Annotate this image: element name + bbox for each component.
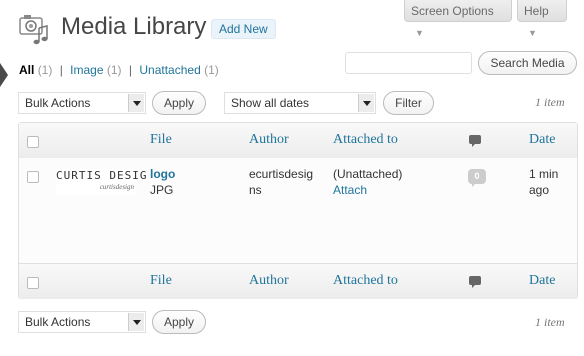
author-cell: ecurtisdesig ns [249,166,313,198]
comment-count-badge[interactable]: 0 [468,169,486,187]
column-author[interactable]: Author [249,273,289,289]
comment-bubble-icon[interactable] [469,276,481,288]
filter-image-count: (1) [106,63,122,77]
screen-options-label: Screen Options [411,4,494,18]
column-attached-to[interactable]: Attached to [333,273,398,289]
table-row: CURTIS DESIG curtisdesign logo JPG ecurt… [19,158,577,263]
filter-unattached[interactable]: Unattached [139,63,200,77]
column-file[interactable]: File [150,273,172,289]
chevron-down-icon: ▼ [415,28,424,38]
help-tab[interactable]: Help ▼ [517,0,567,38]
help-label: Help [524,4,549,18]
media-filter-links: All (1) | Image (1) | Unattached (1) [19,63,219,77]
thumbnail-tagline: curtisdesign [99,183,134,191]
table-header: File Author Attached to Date [19,123,577,159]
filter-all[interactable]: All [19,63,34,77]
page-title: Media Library [61,13,207,40]
admin-menu-pointer [0,63,8,87]
bulk-actions-value: Bulk Actions [25,96,91,110]
thumbnail-brand-text: CURTIS DESIG [56,169,148,182]
date-filter-value: Show all dates [231,96,310,110]
column-date[interactable]: Date [529,132,555,148]
media-library-icon [19,15,48,45]
file-cell: logo JPG [150,166,175,198]
item-count-top: 1 item [535,95,565,109]
column-attached-to[interactable]: Attached to [333,132,398,148]
filter-unattached-count: (1) [204,63,219,77]
column-author[interactable]: Author [249,132,289,148]
media-thumbnail[interactable]: CURTIS DESIG curtisdesign [56,169,146,195]
select-all-checkbox[interactable] [27,136,39,148]
date-line1: 1 min [529,167,559,181]
media-table: File Author Attached to Date CURTIS DESI… [18,122,578,299]
bulk-actions-value: Bulk Actions [25,315,91,329]
table-footer: File Author Attached to Date [19,263,577,299]
attach-link[interactable]: Attach [333,182,402,198]
date-line2: ago [529,183,550,197]
filter-all-count: (1) [37,63,53,77]
select-all-checkbox-footer[interactable] [27,277,39,289]
chevron-down-icon: ▼ [528,28,537,38]
date-cell: 1 min ago [529,166,558,198]
filter-button[interactable]: Filter [383,91,434,115]
chevron-down-icon [128,313,144,331]
apply-button-bottom[interactable]: Apply [152,310,206,334]
chevron-down-icon [358,94,374,112]
item-count-bottom: 1 item [535,315,565,329]
media-file-type: JPG [150,183,174,197]
apply-button-top[interactable]: Apply [152,91,206,115]
add-new-button[interactable]: Add New [211,19,276,39]
separator: | [59,63,63,77]
bulk-actions-select-top[interactable]: Bulk Actions [18,92,146,114]
column-date[interactable]: Date [529,273,555,289]
search-media-input[interactable] [345,52,472,74]
date-filter-select[interactable]: Show all dates [224,92,376,114]
screen-options-tab[interactable]: Screen Options ▼ [404,0,512,38]
column-file[interactable]: File [150,132,172,148]
filter-image[interactable]: Image [70,63,103,77]
attached-cell: (Unattached) Attach [333,166,402,198]
author-name-line1: ecurtisdesig [249,167,314,181]
separator: | [128,63,133,77]
media-title-link[interactable]: logo [150,166,175,182]
search-media-button[interactable]: Search Media [478,51,577,75]
row-checkbox[interactable] [27,171,39,183]
comment-bubble-icon[interactable] [469,135,481,147]
chevron-down-icon [128,94,144,112]
bulk-actions-select-bottom[interactable]: Bulk Actions [18,311,146,333]
attached-status: (Unattached) [333,167,403,181]
author-name-line2: ns [249,183,262,197]
